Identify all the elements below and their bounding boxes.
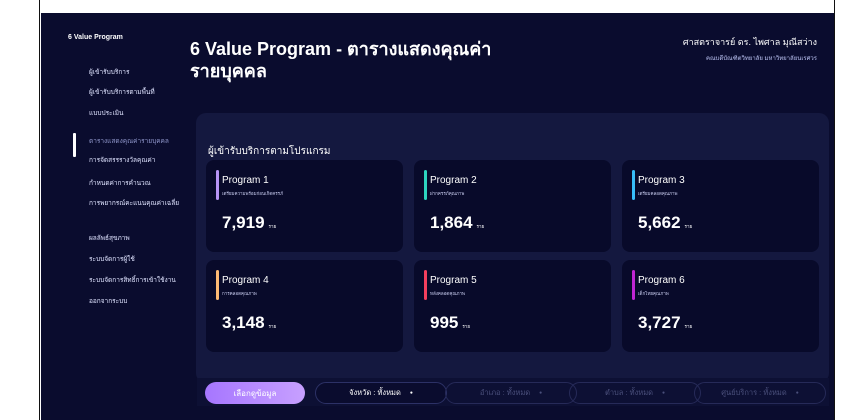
program-card-1[interactable]: Program 1 เตรียมความพร้อมก่อนเกิดครรภ์ 7… xyxy=(206,160,403,252)
sidebar-item-health-outcomes[interactable]: ผลลัพธ์สุขภาพ xyxy=(89,234,183,243)
program-card-6[interactable]: Program 6 เด็กไทยคุณภาพ 3,727 ราย xyxy=(622,260,819,352)
card-program-subtitle: ฝากครรภ์คุณภาพ xyxy=(430,191,465,196)
program-card-3[interactable]: Program 3 เตรียมคลอดคุณภาพ 5,662 ราย xyxy=(622,160,819,252)
card-count: 995 xyxy=(430,313,459,332)
card-program-name: Program 5 xyxy=(430,275,477,286)
program-card-4[interactable]: Program 4 การคลอดคุณภาพ 3,148 ราย xyxy=(206,260,403,352)
chevron-down-icon: ● xyxy=(662,390,666,396)
user-organization: คณบดีบัณฑิตวิทยาลัย มหาวิทยาลัยนเรศวร xyxy=(705,56,817,62)
sidebar-item-value-rewards[interactable]: การจัดสรรรางวัลคุณค่า xyxy=(89,156,183,165)
card-program-subtitle: เตรียมคลอดคุณภาพ xyxy=(638,191,678,196)
service-center-dropdown[interactable]: ศูนย์บริการ : ทั้งหมด ● xyxy=(694,382,826,404)
program-card-2[interactable]: Program 2 ฝากครรภ์คุณภาพ 1,864 ราย xyxy=(414,160,611,252)
sidebar-item-assessment[interactable]: แบบประเมิน xyxy=(89,109,183,118)
sidebar-item-service-users[interactable]: ผู้เข้ารับบริการ xyxy=(89,68,183,77)
sidebar-item-logout[interactable]: ออกจากระบบ xyxy=(89,297,183,306)
card-count: 7,919 xyxy=(222,213,265,232)
card-accent-bar xyxy=(424,270,427,300)
card-count: 5,662 xyxy=(638,213,681,232)
filter-bar: เลือกดูข้อมูล จังหวัด : ทั้งหมด ● อำเภอ … xyxy=(197,378,829,406)
chevron-down-icon: ● xyxy=(539,390,543,396)
card-unit: ราย xyxy=(268,324,277,329)
card-program-subtitle: การคลอดคุณภาพ xyxy=(222,291,257,296)
right-frame xyxy=(834,0,845,420)
brand-title: 6 Value Program xyxy=(68,34,123,41)
province-dropdown[interactable]: จังหวัด : ทั้งหมด ● xyxy=(315,382,447,404)
card-count: 3,148 xyxy=(222,313,265,332)
card-unit: ราย xyxy=(268,224,277,229)
card-accent-bar xyxy=(424,170,427,200)
card-value: 1,864 ราย xyxy=(430,213,484,233)
page-title: 6 Value Program - ตารางแสดงคุณค่ารายบุคค… xyxy=(190,39,492,81)
card-program-name: Program 6 xyxy=(638,275,685,286)
card-accent-bar xyxy=(632,270,635,300)
panel-title: ผู้เข้ารับบริการตามโปรแกรม xyxy=(208,146,331,157)
card-value: 5,662 ราย xyxy=(638,213,692,233)
card-program-subtitle: เตรียมความพร้อมก่อนเกิดครรภ์ xyxy=(222,191,284,196)
card-unit: ราย xyxy=(476,224,485,229)
card-value: 3,727 ราย xyxy=(638,313,692,333)
chevron-down-icon: ● xyxy=(409,390,413,396)
user-name: ศาสตราจารย์ ดร. ไพศาล มุณีสว่าง xyxy=(682,37,817,47)
card-value: 995 ราย xyxy=(430,313,470,333)
sidebar-item-access-management[interactable]: ระบบจัดการสิทธิ์การเข้าใช้งาน xyxy=(89,276,183,285)
district-label: อำเภอ : ทั้งหมด xyxy=(479,388,531,397)
card-program-subtitle: เด็กไทยคุณภาพ xyxy=(638,291,669,296)
dashboard-app: 6 Value Program ผู้เข้ารับบริการ ผู้เข้า… xyxy=(41,13,834,420)
subdistrict-dropdown[interactable]: ตำบล : ทั้งหมด ● xyxy=(569,382,701,404)
card-accent-bar xyxy=(216,270,219,300)
service-center-label: ศูนย์บริการ : ทั้งหมด xyxy=(721,388,787,397)
province-label: จังหวัด : ทั้งหมด xyxy=(349,388,401,397)
card-accent-bar xyxy=(216,170,219,200)
card-program-name: Program 1 xyxy=(222,175,269,186)
left-frame xyxy=(0,0,40,420)
chevron-down-icon: ● xyxy=(795,390,799,396)
card-program-name: Program 3 xyxy=(638,175,685,186)
active-indicator xyxy=(73,133,76,157)
card-value: 7,919 ราย xyxy=(222,213,276,233)
sidebar-item-calculation-settings[interactable]: กำหนดค่าการคำนวณ xyxy=(89,179,183,188)
sidebar-item-users-by-area[interactable]: ผู้เข้ารับบริการตามพื้นที่ xyxy=(89,88,183,97)
select-data-button[interactable]: เลือกดูข้อมูล xyxy=(205,382,305,404)
sidebar-item-user-management[interactable]: ระบบจัดการผู้ใช้ xyxy=(89,255,183,264)
card-unit: ราย xyxy=(684,324,693,329)
card-program-subtitle: หลังคลอดคุณภาพ xyxy=(430,291,465,296)
card-program-name: Program 4 xyxy=(222,275,269,286)
program-card-5[interactable]: Program 5 หลังคลอดคุณภาพ 995 ราย xyxy=(414,260,611,352)
district-dropdown[interactable]: อำเภอ : ทั้งหมด ● xyxy=(445,382,577,404)
sidebar: 6 Value Program ผู้เข้ารับบริการ ผู้เข้า… xyxy=(41,13,181,420)
card-count: 3,727 xyxy=(638,313,681,332)
card-value: 3,148 ราย xyxy=(222,313,276,333)
card-count: 1,864 xyxy=(430,213,473,232)
sidebar-item-forecast[interactable]: การพยากรณ์คะแนนคุณค่าเฉลี่ย xyxy=(89,199,183,208)
card-accent-bar xyxy=(632,170,635,200)
subdistrict-label: ตำบล : ทั้งหมด xyxy=(604,388,654,397)
card-unit: ราย xyxy=(684,224,693,229)
sidebar-item-individual-value-table[interactable]: ตารางแสดงคุณค่ารายบุคคล xyxy=(89,137,183,146)
card-unit: ราย xyxy=(462,324,470,329)
program-panel: ผู้เข้ารับบริการตามโปรแกรม Program 1 เตร… xyxy=(196,113,829,383)
card-program-name: Program 2 xyxy=(430,175,477,186)
